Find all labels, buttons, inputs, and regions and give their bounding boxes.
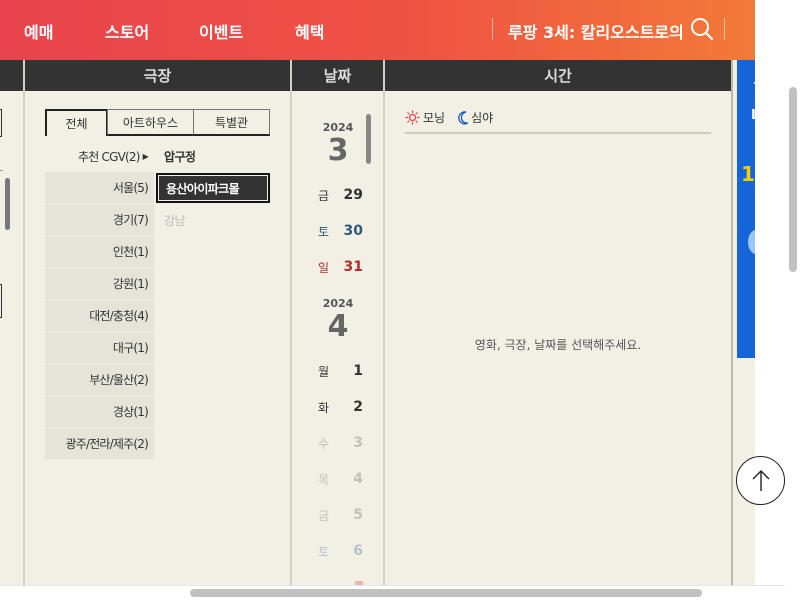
- tab-all[interactable]: 전체: [45, 109, 108, 136]
- region-label: 인천(1): [112, 245, 149, 259]
- region-label: 대구(1): [112, 341, 149, 355]
- column-divider: [383, 60, 385, 585]
- caret-right-icon: ▶: [142, 151, 149, 161]
- morning-label: 모닝: [423, 111, 446, 125]
- ad-banner[interactable]: ㅅ L 1(: [737, 60, 755, 358]
- night-label: 심야: [471, 111, 494, 125]
- region-item[interactable]: 부산/울산(2): [45, 364, 154, 396]
- date-item[interactable]: 금 29: [293, 187, 383, 207]
- date-item-disabled[interactable]: 수 3: [293, 435, 383, 455]
- vertical-scrollbar-thumb[interactable]: [789, 87, 797, 272]
- day-of-week: 수: [318, 437, 330, 451]
- theater-tabs: 전체 아트하우스 특별관: [45, 109, 270, 136]
- region-label: 부산/울산(2): [89, 373, 149, 387]
- region-label: 경기(7): [112, 213, 149, 227]
- region-label: 강원(1): [112, 277, 149, 291]
- day-of-week: 금: [318, 189, 330, 203]
- date-item-disabled[interactable]: 금 5: [293, 507, 383, 527]
- region-item[interactable]: 대전/충청(4): [45, 300, 154, 332]
- legend-divider: [405, 132, 711, 134]
- region-item[interactable]: 광주/전라/제주(2): [45, 428, 154, 460]
- time-column-header: 시간: [384, 60, 732, 91]
- day-number: 5: [353, 507, 363, 523]
- nav-item-benefit[interactable]: 혜택: [295, 19, 324, 43]
- region-list: 추천 CGV(2) ▶ 서울(5) 경기(7) 인천(1) 강원(1) 대전/충청…: [45, 140, 154, 460]
- day-of-week: 금: [318, 509, 330, 523]
- date-item[interactable]: 토 30: [293, 223, 383, 243]
- column-divider: [290, 60, 292, 585]
- day-number: 6: [353, 543, 363, 559]
- region-item[interactable]: 경상(1): [45, 396, 154, 428]
- sun-icon: [405, 110, 420, 125]
- day-of-week: 월: [318, 365, 330, 379]
- date-item-disabled[interactable]: 토 6: [293, 543, 383, 563]
- movie-list-divider: [0, 170, 3, 171]
- region-item[interactable]: 강원(1): [45, 268, 154, 300]
- movie-list-item-selected[interactable]: [0, 284, 2, 318]
- day-of-week: 화: [318, 401, 330, 415]
- search-icon[interactable]: [689, 16, 715, 42]
- date-item[interactable]: 일 31: [293, 259, 383, 279]
- day-number: 29: [343, 187, 363, 203]
- day-number: 31: [343, 259, 363, 275]
- nav-divider: [492, 18, 493, 40]
- date-list: 2024 3 금 29 토 30 일 31 2024 4 월 1 화 2 수 3…: [293, 91, 383, 585]
- region-item[interactable]: 대구(1): [45, 332, 154, 364]
- region-label: 광주/전라/제주(2): [65, 437, 148, 451]
- theater-item-disabled[interactable]: 강남: [156, 204, 270, 236]
- ad-graphic: [748, 230, 755, 254]
- day-of-week: 목: [318, 473, 330, 487]
- date-item-disabled[interactable]: 목 4: [293, 471, 383, 491]
- region-item[interactable]: 서울(5): [45, 172, 154, 204]
- date-list-scrollbar[interactable]: [366, 114, 371, 164]
- region-label: 경상(1): [112, 405, 149, 419]
- theater-item[interactable]: 압구정: [156, 140, 270, 172]
- region-item[interactable]: 경기(7): [45, 204, 154, 236]
- date-item[interactable]: 월 1: [293, 363, 383, 383]
- scroll-to-top-button[interactable]: [736, 456, 785, 505]
- column-divider: [731, 60, 733, 585]
- region-item[interactable]: 인천(1): [45, 236, 154, 268]
- day-number: 2: [353, 399, 363, 415]
- column-divider: [23, 60, 25, 585]
- day-of-week: 토: [318, 225, 330, 239]
- movie-list-scrollbar[interactable]: [5, 178, 10, 230]
- day-of-week: 토: [318, 545, 330, 559]
- movie-sort-tab[interactable]: [0, 109, 2, 137]
- day-of-week: 일: [318, 261, 330, 275]
- theater-column-header: 극장: [24, 60, 291, 91]
- day-number: 4: [353, 471, 363, 487]
- region-item-recommended[interactable]: 추천 CGV(2) ▶: [45, 140, 154, 172]
- select-prompt-message: 영화, 극장, 날짜를 선택해주세요.: [474, 338, 642, 352]
- tab-arthouse[interactable]: 아트하우스: [107, 109, 194, 136]
- moon-icon: [458, 110, 469, 125]
- ad-text: ㅅ: [752, 70, 755, 89]
- day-number: 30: [343, 223, 363, 239]
- horizontal-scrollbar-thumb[interactable]: [190, 589, 702, 597]
- morning-legend: 모닝: [405, 109, 445, 126]
- day-number: 3: [353, 435, 363, 451]
- region-label: 서울(5): [112, 181, 149, 195]
- day-number: 1: [353, 363, 363, 379]
- time-legend: 모닝 심야: [405, 109, 493, 126]
- region-label: 추천 CGV(2): [78, 149, 140, 164]
- ad-text: 1(: [741, 162, 755, 186]
- night-legend: 심야: [457, 109, 493, 126]
- nav-item-store[interactable]: 스토어: [105, 19, 149, 43]
- theater-item-selected[interactable]: 용산아이파크몰: [156, 173, 270, 203]
- month-label: 4: [327, 309, 349, 344]
- tab-special[interactable]: 특별관: [193, 109, 270, 136]
- region-label: 대전/충청(4): [89, 309, 149, 323]
- date-column-header: 날짜: [291, 60, 384, 91]
- nav-divider: [724, 18, 725, 40]
- date-item[interactable]: 화 2: [293, 399, 383, 419]
- arrow-up-icon: [752, 469, 769, 491]
- movie-search-ticker[interactable]: 루팡 3세: 칼리오스트로의 성: [508, 19, 688, 43]
- nav-item-reservation[interactable]: 예매: [24, 19, 53, 43]
- top-nav: 예매 스토어 이벤트 혜택 루팡 3세: 칼리오스트로의 성: [0, 0, 755, 60]
- movie-column-header: [0, 60, 24, 91]
- nav-item-event[interactable]: 이벤트: [199, 19, 243, 43]
- theater-list: 압구정 용산아이파크몰 강남: [156, 140, 270, 236]
- ad-text: L: [751, 108, 755, 123]
